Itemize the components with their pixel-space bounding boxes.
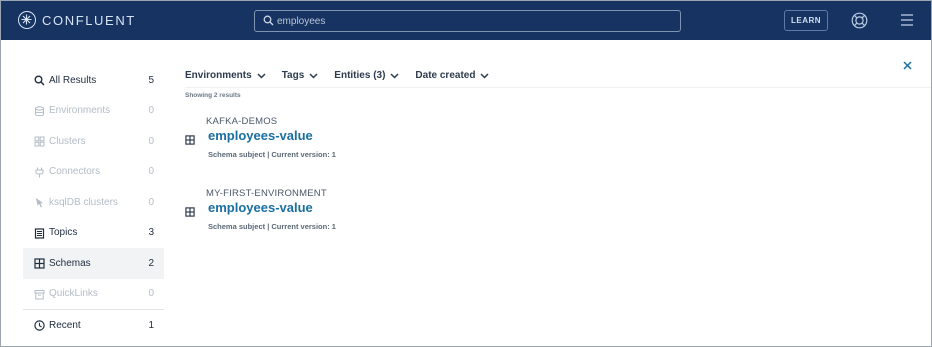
results-summary: Showing 2 results: [185, 92, 241, 99]
sidebar-item-count: 0: [148, 196, 154, 208]
close-icon[interactable]: [903, 61, 912, 70]
sidebar-item-label: ksqlDB clusters: [49, 196, 118, 208]
app-window: CONFLUENT LEARN: [0, 0, 932, 347]
sidebar-item-topics[interactable]: Topics 3: [23, 218, 164, 249]
result-environment: KAFKA-DEMOS: [206, 116, 278, 127]
sidebar-item-quicklinks[interactable]: QuickLinks 0: [23, 279, 164, 310]
search-icon: [34, 75, 45, 86]
clusters-icon: [34, 136, 45, 147]
environments-icon: [35, 105, 44, 116]
sidebar-item-count: 3: [148, 227, 154, 239]
sidebar-item-label: Topics: [49, 227, 78, 239]
sidebar-item-label: Environments: [49, 105, 111, 117]
search-input[interactable]: [277, 13, 667, 29]
result-title-link[interactable]: employees-value: [208, 200, 313, 215]
result-subtitle: Schema subject | Current version: 1: [208, 150, 336, 159]
result-title-link[interactable]: employees-value: [208, 128, 313, 143]
sidebar-item-count: 1: [148, 319, 154, 331]
sidebar-item-label: Connectors: [49, 166, 101, 178]
chevron-down-icon: [480, 72, 489, 79]
sidebar-item-label: Schemas: [49, 257, 91, 269]
search-box[interactable]: [254, 10, 681, 32]
filter-bar: Environments Tags Entities (3) Date crea…: [185, 70, 505, 81]
result-subtitle: Schema subject | Current version: 1: [208, 222, 336, 231]
filter-date-created[interactable]: Date created: [415, 70, 489, 81]
connectors-icon: [35, 167, 44, 177]
sidebar-item-ksqldb-clusters[interactable]: ksqlDB clusters 0: [23, 187, 164, 218]
confluent-logo[interactable]: CONFLUENT: [18, 11, 136, 29]
sidebar-item-label: All Results: [49, 74, 97, 86]
sidebar-item-count: 0: [148, 105, 154, 117]
ksqldb-icon: [36, 198, 43, 208]
sidebar-item-all-results[interactable]: All Results 5: [23, 65, 164, 96]
filter-divider: [185, 87, 931, 88]
chevron-down-icon: [390, 72, 399, 79]
sidebar-item-label: Recent: [49, 319, 81, 331]
filter-label: Tags: [281, 70, 305, 81]
sidebar-item-count: 0: [148, 135, 154, 147]
result-environment: MY-FIRST-ENVIRONMENT: [206, 188, 327, 199]
sidebar-item-recent[interactable]: Recent 1: [23, 310, 164, 341]
quicklinks-icon: [34, 289, 45, 299]
sidebar-item-count: 0: [148, 166, 154, 178]
help-lifebuoy-icon[interactable]: [851, 12, 868, 29]
learn-button[interactable]: LEARN: [784, 10, 828, 31]
filter-environments[interactable]: Environments: [185, 70, 266, 81]
sidebar-item-label: Clusters: [49, 135, 86, 147]
filter-entities[interactable]: Entities (3): [334, 70, 399, 81]
sidebar-item-count: 2: [148, 257, 154, 269]
chevron-down-icon: [309, 72, 318, 79]
schemas-icon: [34, 258, 45, 269]
sidebar-item-connectors[interactable]: Connectors 0: [23, 157, 164, 188]
schemas-icon: [185, 135, 195, 145]
results-sidebar: All Results 5 Environments 0 Clusters 0: [23, 65, 164, 341]
sidebar-item-clusters[interactable]: Clusters 0: [23, 126, 164, 157]
hamburger-menu-icon[interactable]: [900, 13, 914, 27]
sidebar-item-count: 0: [148, 288, 154, 300]
filter-label: Environments: [185, 70, 252, 81]
logo-text: CONFLUENT: [42, 12, 136, 28]
topics-icon: [34, 227, 45, 239]
top-navbar: CONFLUENT LEARN: [1, 1, 931, 40]
search-icon: [263, 15, 274, 26]
sidebar-item-schemas[interactable]: Schemas 2: [23, 248, 164, 279]
chevron-down-icon: [257, 72, 266, 79]
filter-tags[interactable]: Tags: [282, 70, 319, 81]
filter-label: Date created: [415, 70, 476, 81]
sidebar-item-label: QuickLinks: [49, 288, 98, 300]
schemas-icon: [185, 207, 195, 217]
confluent-logo-icon: [18, 11, 36, 29]
sidebar-item-count: 5: [148, 74, 154, 86]
clock-icon: [34, 320, 45, 331]
filter-label: Entities (3): [334, 70, 386, 81]
sidebar-item-environments[interactable]: Environments 0: [23, 96, 164, 127]
